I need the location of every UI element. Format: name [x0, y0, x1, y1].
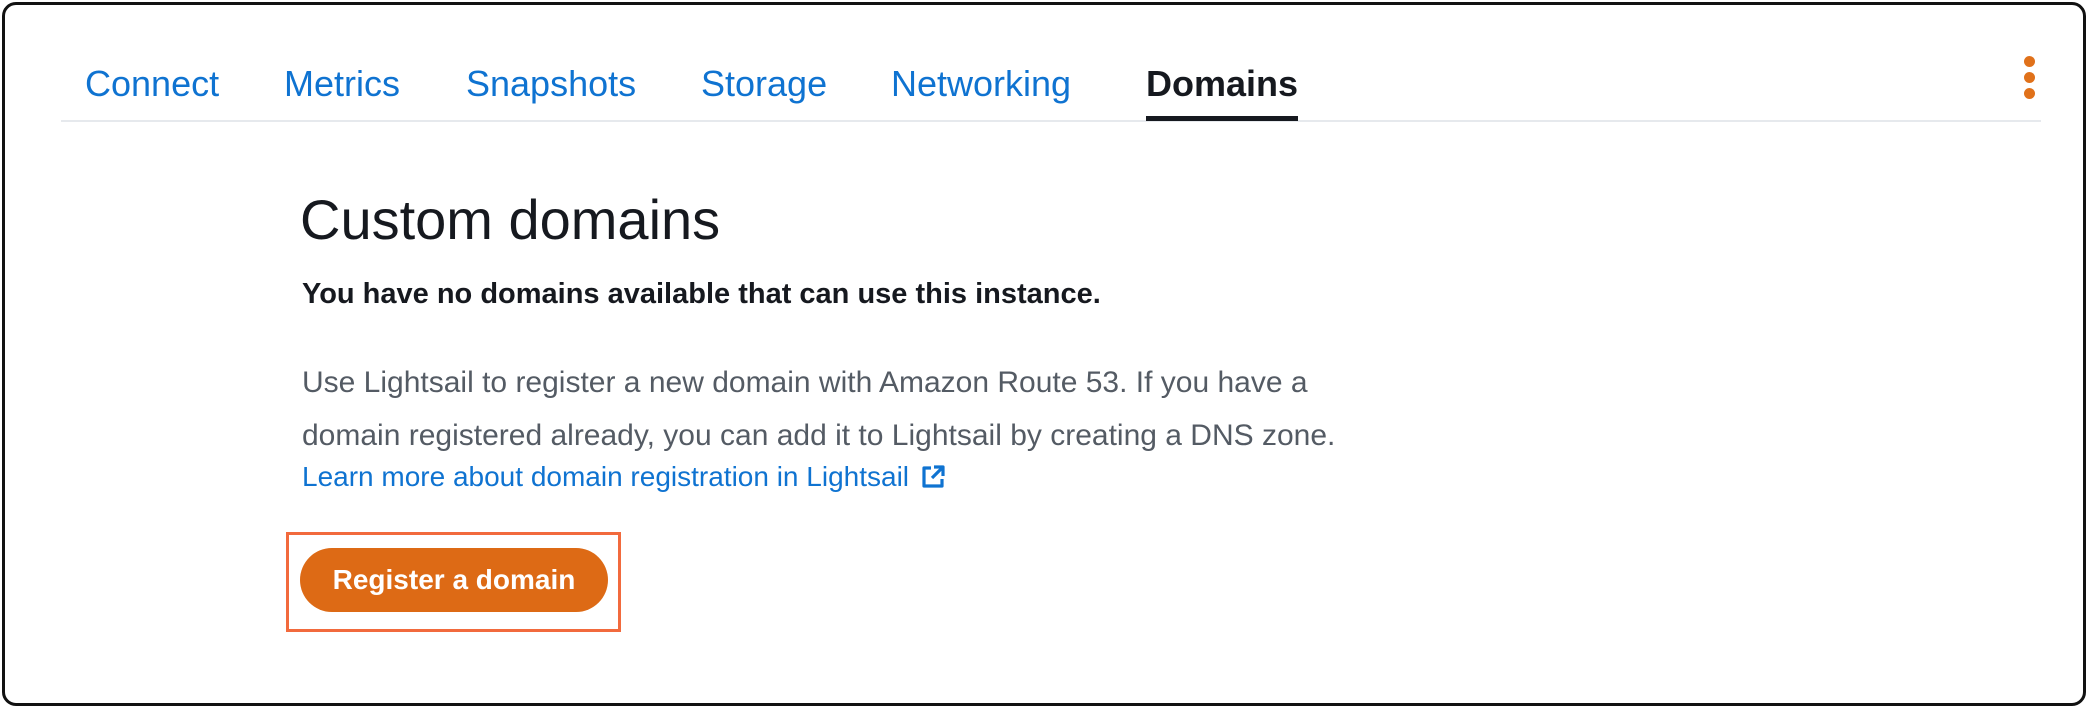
tab-metrics[interactable]: Metrics	[284, 62, 400, 106]
description: Use Lightsail to register a new domain w…	[302, 356, 1502, 462]
tab-connect[interactable]: Connect	[85, 62, 219, 106]
tab-bar: Connect Metrics Snapshots Storage Networ…	[61, 45, 2041, 122]
description-line-1: Use Lightsail to register a new domain w…	[302, 366, 1308, 399]
kebab-menu-icon[interactable]	[2019, 56, 2041, 100]
tab-storage[interactable]: Storage	[701, 62, 827, 106]
description-line-2: domain registered already, you can add i…	[302, 419, 1336, 452]
learn-more-link-label: Learn more about domain registration in …	[302, 461, 910, 492]
tab-domains[interactable]: Domains	[1146, 62, 1299, 121]
tab-networking[interactable]: Networking	[891, 62, 1071, 106]
register-domain-button[interactable]: Register a domain	[300, 548, 608, 612]
external-link-icon	[922, 465, 945, 488]
tab-snapshots[interactable]: Snapshots	[466, 62, 636, 106]
window-frame: Connect Metrics Snapshots Storage Networ…	[2, 2, 2086, 706]
page-title: Custom domains	[300, 188, 721, 251]
learn-more-link[interactable]: Learn more about domain registration in …	[302, 460, 947, 494]
no-domains-message: You have no domains available that can u…	[302, 278, 1101, 310]
